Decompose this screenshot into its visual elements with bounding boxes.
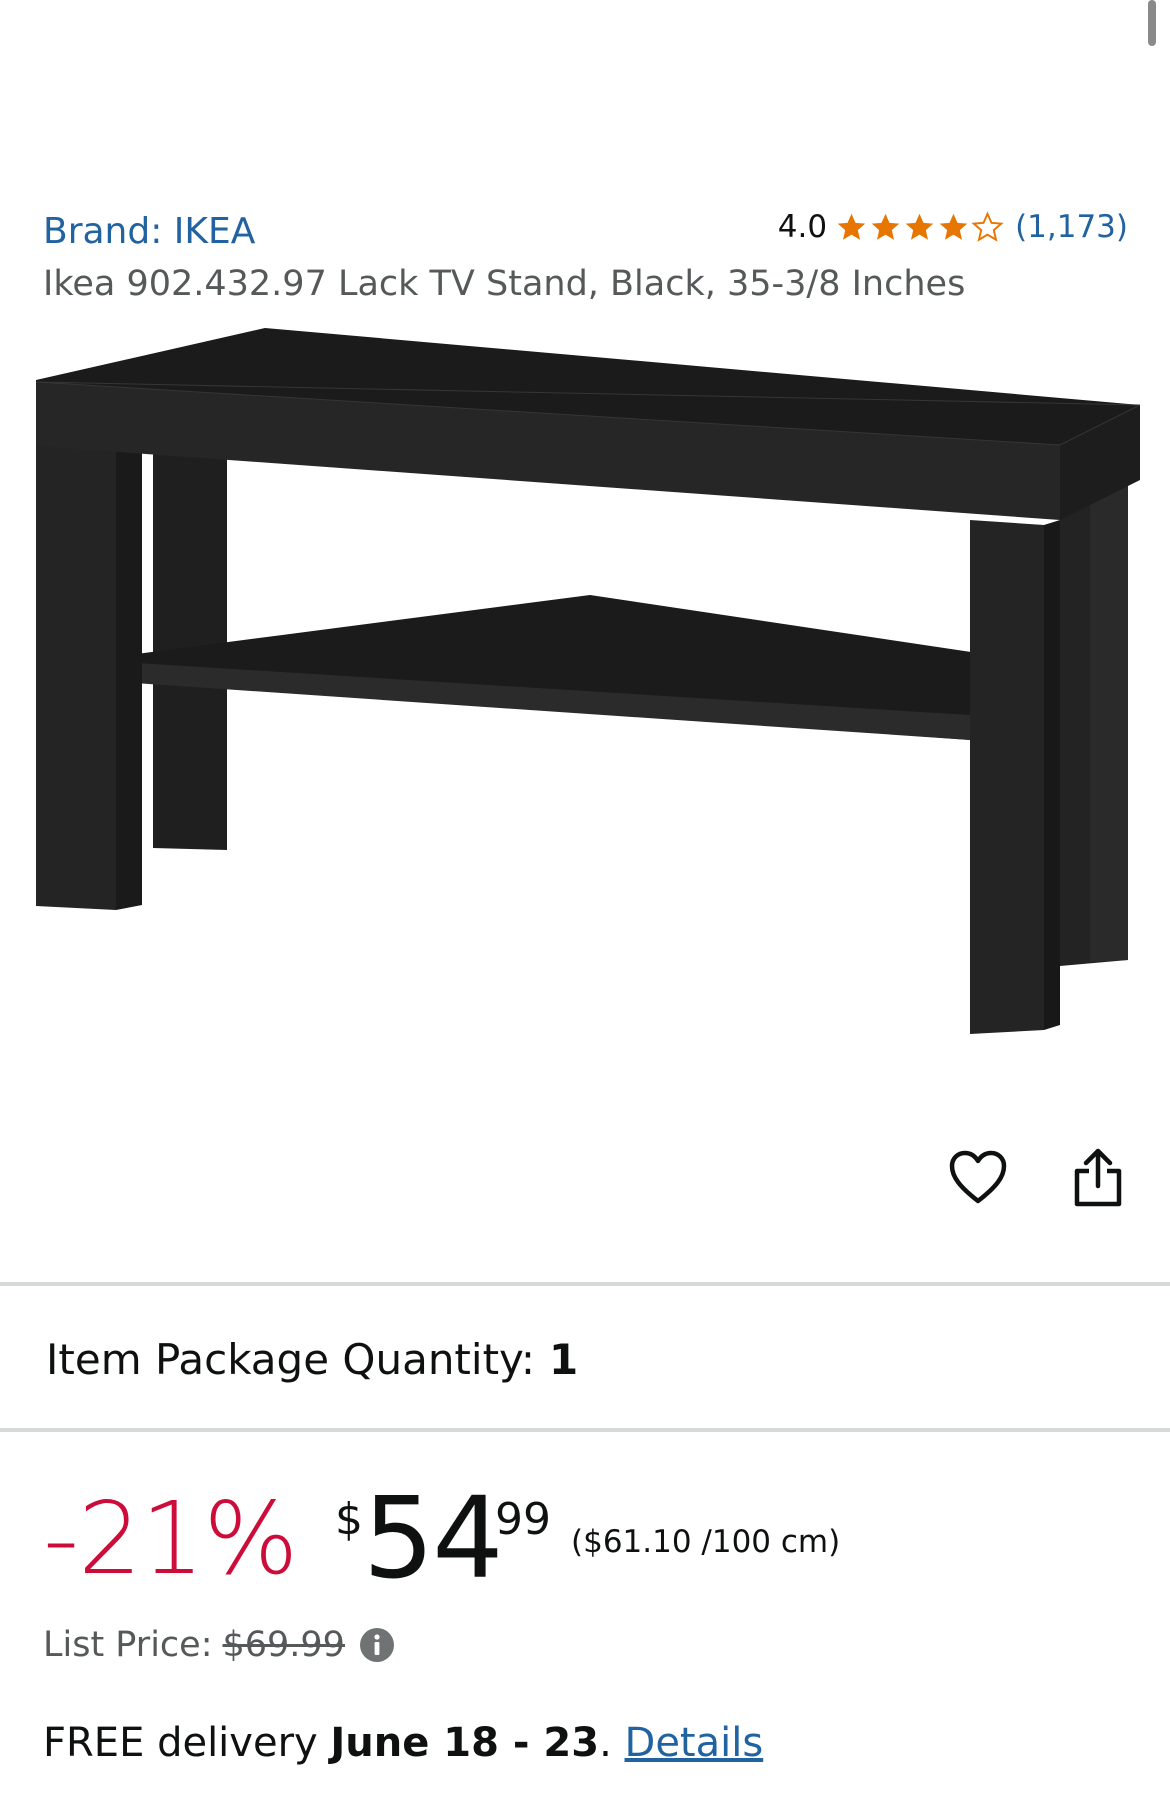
list-price-label: List Price: bbox=[43, 1625, 213, 1665]
delivery-date: June 18 - 23 bbox=[330, 1720, 600, 1766]
package-quantity: Item Package Quantity: 1 bbox=[46, 1335, 578, 1384]
info-icon[interactable] bbox=[359, 1627, 395, 1663]
divider bbox=[0, 1282, 1170, 1286]
delivery-message: FREE delivery June 18 - 23. Details bbox=[43, 1720, 763, 1766]
product-actions bbox=[946, 1145, 1130, 1209]
price-block: -21% $ 54 99 ($61.10 /100 cm) bbox=[43, 1474, 1143, 1604]
scrollbar[interactable] bbox=[1148, 0, 1156, 46]
share-button[interactable] bbox=[1066, 1145, 1130, 1209]
share-icon bbox=[1074, 1148, 1122, 1207]
rating-stars bbox=[835, 210, 1005, 244]
divider bbox=[0, 1428, 1170, 1432]
star-full-icon bbox=[939, 213, 968, 240]
list-price-value: $69.99 bbox=[222, 1625, 345, 1665]
rating-value: 4.0 bbox=[777, 209, 828, 245]
rating-summary[interactable]: 4.0 (1,173) bbox=[778, 209, 1128, 245]
price-whole: 54 bbox=[363, 1474, 504, 1604]
delivery-details-link[interactable]: Details bbox=[625, 1720, 764, 1766]
star-full-icon bbox=[905, 213, 934, 240]
package-quantity-label: Item Package Quantity: bbox=[46, 1335, 535, 1384]
brand-link[interactable]: Brand: IKEA bbox=[43, 211, 255, 252]
product-title: Ikea 902.432.97 Lack TV Stand, Black, 35… bbox=[43, 264, 966, 304]
price-fraction: 99 bbox=[495, 1494, 551, 1545]
product-image[interactable] bbox=[30, 320, 1140, 1050]
star-full-icon bbox=[871, 213, 900, 240]
rating-count-link[interactable]: (1,173) bbox=[1015, 209, 1128, 245]
heart-icon bbox=[949, 1150, 1007, 1204]
price-currency: $ bbox=[335, 1494, 363, 1545]
product-header: Brand: IKEA 4.0 (1,173) bbox=[43, 205, 1128, 255]
list-price: List Price: $69.99 bbox=[43, 1625, 395, 1665]
star-full-icon bbox=[837, 213, 866, 240]
package-quantity-value: 1 bbox=[549, 1335, 579, 1384]
discount-percentage: -21% bbox=[43, 1480, 298, 1597]
wishlist-button[interactable] bbox=[946, 1145, 1010, 1209]
delivery-prefix: FREE delivery bbox=[43, 1720, 331, 1766]
star-empty-icon bbox=[971, 210, 1004, 242]
delivery-separator: . bbox=[599, 1720, 625, 1766]
unit-price: ($61.10 /100 cm) bbox=[571, 1524, 841, 1560]
